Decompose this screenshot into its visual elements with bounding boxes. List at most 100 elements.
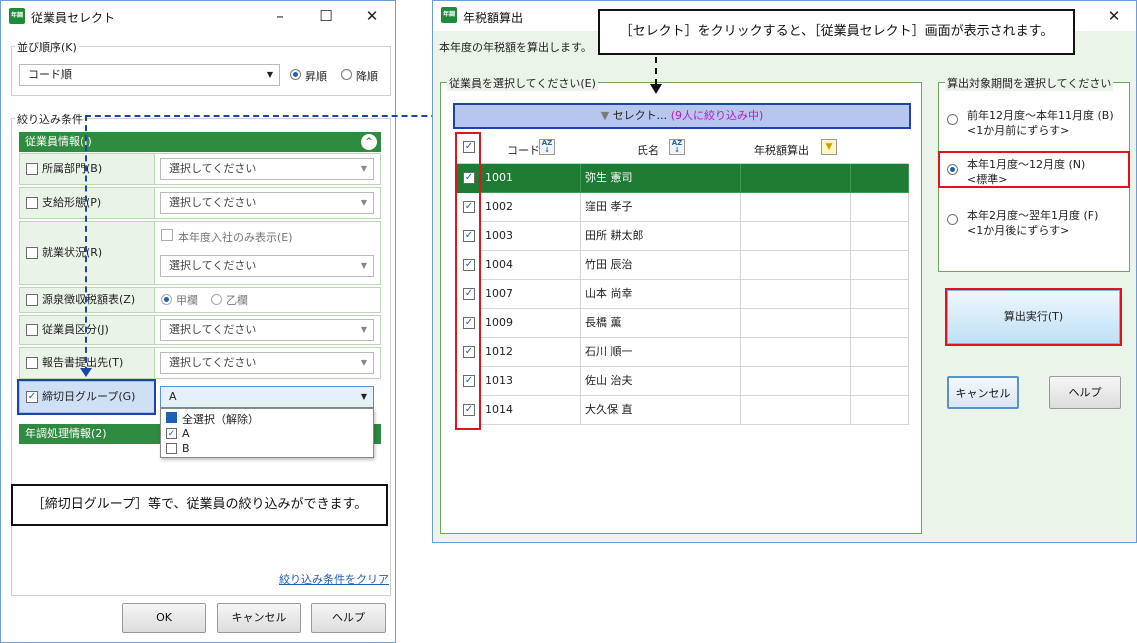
withholding-otsu-label: 乙欄 xyxy=(226,294,248,307)
status-checkbox[interactable] xyxy=(26,247,38,259)
code-cell: 1007 xyxy=(481,280,581,309)
select-all-label[interactable]: 全選択（解除） xyxy=(182,411,259,427)
callout-select-button: ［セレクト］をクリックすると、［従業員セレクト］画面が表示されます。 xyxy=(598,9,1075,55)
callout-closing-group: ［締切日グループ］等で、従業員の絞り込みができます。 xyxy=(11,484,388,526)
chevron-down-icon: ▼ xyxy=(360,164,367,173)
close-icon[interactable]: ✕ xyxy=(1103,5,1125,27)
table-row[interactable]: ✓ 1013 佐山 治夫 xyxy=(455,367,909,396)
withholding-otsu-radio[interactable] xyxy=(211,294,222,305)
withholding-row-label: 源泉徴収税額表(Z) xyxy=(19,287,155,313)
pay-checkbox[interactable] xyxy=(26,197,38,209)
sort-desc-radio[interactable] xyxy=(341,69,352,80)
blank-cell xyxy=(851,338,909,367)
employee-info-header[interactable]: 従業員情報(I) ^ xyxy=(19,132,381,152)
year-end-header-label: 年調処理情報(2) xyxy=(25,427,107,440)
code-cell: 1001 xyxy=(481,164,581,193)
app-icon: 年調 xyxy=(441,7,457,23)
employee-rows: ✓ 1001 弥生 憲司 ✓ 1002 窪田 孝子 ✓ 1003 田所 耕太郎 ✓ 1004 竹田 辰… xyxy=(455,164,909,426)
callout-connector xyxy=(655,57,657,85)
blank-cell xyxy=(851,309,909,338)
table-row[interactable]: ✓ 1001 弥生 憲司 xyxy=(455,164,909,193)
minimize-icon[interactable]: – xyxy=(269,5,291,27)
withholding-checkbox[interactable] xyxy=(26,294,38,306)
name-cell: 長橋 薫 xyxy=(581,309,741,338)
col-name: 氏名 xyxy=(637,144,659,157)
tax-calc-window: 年調 年税額算出 ✕ 本年度の年税額を算出します。 従業員を選択してください(E… xyxy=(432,0,1137,543)
help-button[interactable]: ヘルプ xyxy=(311,603,386,633)
blank-cell xyxy=(851,280,909,309)
col-tax: 年税額算出 xyxy=(754,144,809,157)
code-cell: 1009 xyxy=(481,309,581,338)
chevron-down-icon: ▼ xyxy=(360,198,367,207)
report-checkbox[interactable] xyxy=(26,357,38,369)
name-cell: 山本 尚幸 xyxy=(581,280,741,309)
category-label: 従業員区分(J) xyxy=(42,323,109,336)
blank-cell xyxy=(851,193,909,222)
tax-cell xyxy=(741,251,851,280)
option-b-label[interactable]: B xyxy=(182,442,190,455)
pay-select[interactable]: 選択してください ▼ xyxy=(160,192,374,214)
sort-asc-radio[interactable] xyxy=(290,69,301,80)
cancel-button[interactable]: キャンセル xyxy=(217,603,301,633)
clear-filter-link[interactable]: 絞り込み条件をクリア xyxy=(279,571,389,587)
table-row[interactable]: ✓ 1012 石川 順一 xyxy=(455,338,909,367)
table-row[interactable]: ✓ 1002 窪田 孝子 xyxy=(455,193,909,222)
table-row[interactable]: ✓ 1014 大久保 直 xyxy=(455,396,909,425)
period1-radio[interactable] xyxy=(947,114,958,125)
status-newhire-checkbox[interactable] xyxy=(161,229,173,241)
category-row-label: 従業員区分(J) xyxy=(19,315,155,345)
table-row[interactable]: ✓ 1004 竹田 辰治 xyxy=(455,251,909,280)
status-select-value: 選択してください xyxy=(169,259,257,272)
dept-select[interactable]: 選択してください ▼ xyxy=(160,158,374,180)
connector-arrow-icon xyxy=(80,368,92,377)
status-select[interactable]: 選択してください ▼ xyxy=(160,255,374,277)
select-all-checkbox[interactable] xyxy=(166,412,177,423)
table-row[interactable]: ✓ 1009 長橋 薫 xyxy=(455,309,909,338)
category-checkbox[interactable] xyxy=(26,324,38,336)
withholding-kou-label: 甲欄 xyxy=(176,294,198,307)
withholding-label: 源泉徴収税額表(Z) xyxy=(42,293,136,306)
name-cell: 佐山 治夫 xyxy=(581,367,741,396)
sort-az-icon[interactable]: AZ ↓ xyxy=(669,139,685,155)
tax-cell xyxy=(741,367,851,396)
dept-row-label: 所属部門(B) xyxy=(19,153,155,185)
name-cell: 石川 順一 xyxy=(581,338,741,367)
ok-button[interactable]: OK xyxy=(122,603,206,633)
chevron-down-icon: ▼ xyxy=(266,70,273,79)
sort-az-icon[interactable]: AZ ↓ xyxy=(539,139,555,155)
code-cell: 1013 xyxy=(481,367,581,396)
table-row[interactable]: ✓ 1003 田所 耕太郎 xyxy=(455,222,909,251)
help-button[interactable]: ヘルプ xyxy=(1049,376,1121,409)
dept-label: 所属部門(B) xyxy=(42,162,103,175)
option-b-checkbox[interactable] xyxy=(166,443,177,454)
sort-select[interactable]: コード順 ▼ xyxy=(19,64,280,86)
collapse-icon[interactable]: ^ xyxy=(361,134,377,150)
employee-select-window: 年調 従業員セレクト – ☐ ✕ 並び順序(K) コード順 ▼ 昇順 降順 絞り… xyxy=(0,0,396,643)
dept-checkbox[interactable] xyxy=(26,163,38,175)
dept-select-value: 選択してください xyxy=(169,162,257,175)
status-newhire-label: 本年度入社のみ表示(E) xyxy=(178,231,293,244)
maximize-icon[interactable]: ☐ xyxy=(315,5,337,27)
employee-group-title: 従業員を選択してください(E) xyxy=(447,75,598,91)
closing-select[interactable]: A ▼ xyxy=(160,386,374,408)
period3-line1: 本年2月度～翌年1月度 (F) xyxy=(967,209,1099,222)
report-select[interactable]: 選択してください ▼ xyxy=(160,352,374,374)
withholding-kou-radio[interactable] xyxy=(161,294,172,305)
option-a-label[interactable]: A xyxy=(182,427,190,440)
code-cell: 1014 xyxy=(481,396,581,425)
checkbox-column-highlight xyxy=(455,132,481,430)
chevron-down-icon: ▼ xyxy=(360,325,367,334)
option-a-checkbox[interactable]: ✓ xyxy=(166,428,177,439)
period3-radio[interactable] xyxy=(947,214,958,225)
cancel-button[interactable]: キャンセル xyxy=(947,376,1019,409)
chevron-down-icon: ▼ xyxy=(360,358,367,367)
period1-line2: <1か月前にずらす> xyxy=(967,124,1070,137)
filter-icon[interactable]: ▼ xyxy=(821,139,837,155)
category-select[interactable]: 選択してください ▼ xyxy=(160,319,374,341)
table-row[interactable]: ✓ 1007 山本 尚幸 xyxy=(455,280,909,309)
category-select-value: 選択してください xyxy=(169,323,257,336)
period1-line1: 前年12月度～本年11月度 (B) xyxy=(967,109,1114,122)
close-icon[interactable]: ✕ xyxy=(361,5,383,27)
select-button-highlight xyxy=(453,103,911,129)
sort-select-value: コード順 xyxy=(28,68,72,81)
